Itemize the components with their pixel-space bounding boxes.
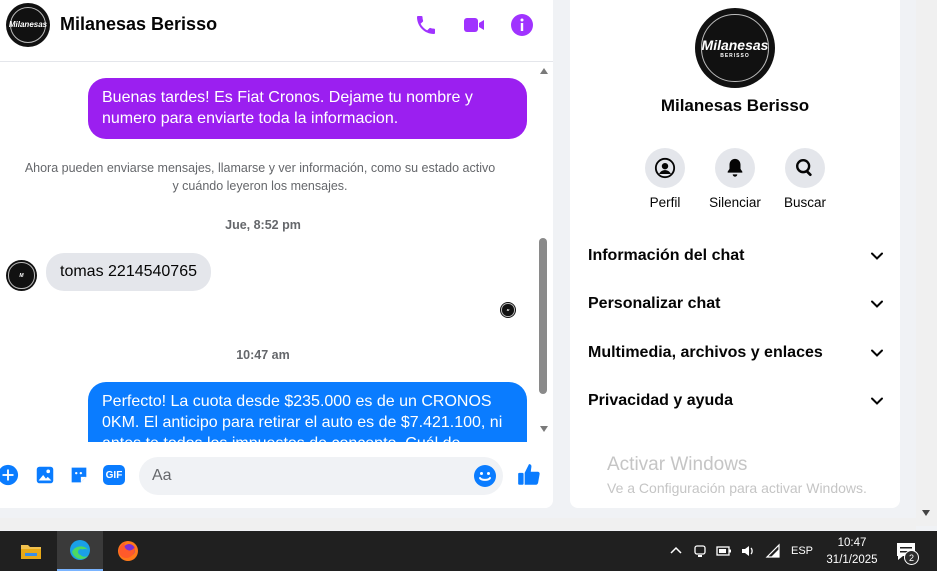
- plus-icon[interactable]: [0, 463, 20, 487]
- gif-icon[interactable]: GIF: [102, 463, 126, 487]
- volume-icon[interactable]: [740, 543, 756, 559]
- notification-count-badge: 2: [904, 550, 919, 565]
- firefox-icon[interactable]: [105, 531, 151, 571]
- system-note: Ahora pueden enviarse mensajes, llamarse…: [24, 161, 496, 193]
- section-media-files-links[interactable]: Multimedia, archivos y enlaces: [588, 337, 884, 369]
- composer: GIF: [0, 442, 553, 508]
- message-input[interactable]: [139, 457, 503, 495]
- section-customize-chat[interactable]: Personalizar chat: [588, 288, 884, 320]
- section-label: Multimedia, archivos y enlaces: [588, 344, 823, 361]
- wifi-icon[interactable]: [765, 543, 781, 559]
- search-button[interactable]: Buscar: [770, 148, 840, 210]
- received-message-bubble[interactable]: tomas 2214540765: [46, 253, 211, 291]
- mute-button[interactable]: Silenciar: [700, 148, 770, 210]
- bell-icon[interactable]: [715, 148, 755, 188]
- timestamp: Jue, 8:52 pm: [225, 218, 301, 232]
- profile-icon[interactable]: [645, 148, 685, 188]
- info-icon[interactable]: [509, 12, 535, 38]
- sticker-icon[interactable]: [67, 463, 91, 487]
- profile-name: Milanesas Berisso: [660, 96, 810, 115]
- chevron-down-icon: [871, 349, 883, 357]
- timestamp: 10:47 am: [236, 348, 290, 362]
- scroll-up-arrow-icon[interactable]: [540, 68, 548, 74]
- chat-avatar[interactable]: Milanesas: [6, 3, 50, 47]
- chat-info-panel: Milanesas BERISSO Milanesas Berisso Perf…: [570, 0, 900, 508]
- avatar-logo-subtext: BERISSO: [720, 53, 750, 59]
- input-language[interactable]: ESP: [791, 545, 813, 557]
- sender-avatar[interactable]: M: [6, 260, 37, 291]
- profile-button[interactable]: Perfil: [630, 148, 700, 210]
- gif-label: GIF: [103, 465, 125, 485]
- like-icon[interactable]: [516, 462, 542, 488]
- file-explorer-icon[interactable]: [8, 531, 54, 571]
- taskbar: ESP 10:47 31/1/2025 2: [0, 531, 937, 571]
- battery-icon[interactable]: [716, 543, 732, 559]
- network-device-icon[interactable]: [692, 543, 708, 559]
- section-privacy-help[interactable]: Privacidad y ayuda: [588, 385, 884, 417]
- chevron-up-icon[interactable]: [668, 543, 684, 559]
- message-scrollbar[interactable]: [537, 62, 551, 442]
- video-icon[interactable]: [461, 12, 487, 38]
- message-list[interactable]: Buenas tardes! Es Fiat Cronos. Dejame tu…: [0, 62, 553, 442]
- image-icon[interactable]: [33, 463, 57, 487]
- search-label: Buscar: [783, 195, 827, 210]
- activate-windows-subtitle: Ve a Configuración para activar Windows.: [607, 480, 867, 496]
- section-label: Información del chat: [588, 247, 745, 264]
- chevron-down-icon: [871, 397, 883, 405]
- scroll-down-arrow-icon[interactable]: [922, 510, 930, 516]
- chat-title[interactable]: Milanesas Berisso: [60, 14, 217, 35]
- clock-date: 31/1/2025: [826, 554, 878, 566]
- section-chat-info[interactable]: Información del chat: [588, 240, 884, 272]
- section-label: Personalizar chat: [588, 295, 721, 312]
- chat-panel: Milanesas Milanesas Berisso Buenas tarde…: [0, 0, 553, 508]
- profile-avatar[interactable]: Milanesas BERISSO: [695, 8, 775, 88]
- system-clock[interactable]: 10:47 31/1/2025: [818, 535, 886, 569]
- page-scrollbar[interactable]: [916, 0, 937, 526]
- mute-label: Silenciar: [709, 195, 761, 210]
- emoji-icon[interactable]: [473, 464, 497, 488]
- chat-header: Milanesas Milanesas Berisso: [0, 0, 553, 62]
- search-icon[interactable]: [785, 148, 825, 188]
- sent-message-bubble[interactable]: Perfecto! La cuota desde $235.000 es de …: [88, 382, 527, 442]
- profile-label: Perfil: [649, 195, 681, 210]
- edge-icon[interactable]: [57, 531, 103, 571]
- chevron-down-icon: [871, 252, 883, 260]
- avatar-logo-text: Milanesas: [701, 37, 769, 53]
- avatar-logo-text: Milanesas: [8, 20, 48, 30]
- phone-icon[interactable]: [413, 12, 439, 38]
- seen-indicator-avatar: M: [500, 302, 516, 318]
- scroll-down-arrow-icon[interactable]: [540, 426, 548, 432]
- scroll-thumb[interactable]: [539, 238, 547, 394]
- chevron-down-icon: [871, 300, 883, 308]
- sent-message-bubble[interactable]: Buenas tardes! Es Fiat Cronos. Dejame tu…: [88, 78, 527, 139]
- activate-windows-title: Activar Windows: [607, 454, 748, 475]
- horizontal-scrollbar[interactable]: [0, 518, 916, 530]
- section-label: Privacidad y ayuda: [588, 392, 733, 409]
- clock-time: 10:47: [837, 537, 867, 549]
